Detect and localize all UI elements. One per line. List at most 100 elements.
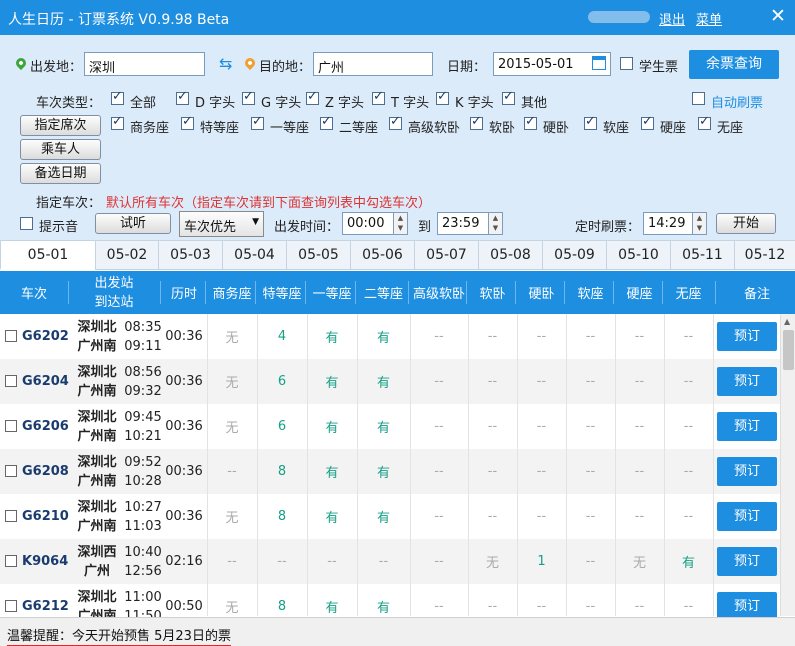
seat-availability: 无	[485, 556, 499, 571]
seat-business-checkbox[interactable]	[111, 114, 124, 130]
student-ticket-checkbox[interactable]	[620, 57, 633, 70]
from-label: 出发地：	[30, 60, 83, 75]
query-button[interactable]: 余票查询	[689, 50, 779, 79]
seat-availability: --	[434, 509, 444, 524]
date-value: 2015-05-01	[498, 57, 574, 72]
seat-hard-sleeper-checkbox[interactable]	[524, 114, 537, 130]
train-number: G6206	[22, 419, 69, 434]
alt-date-button[interactable]: 备选日期	[20, 163, 101, 184]
date-tab[interactable]: 05-11	[670, 241, 734, 270]
order-button[interactable]: 预订	[717, 547, 777, 576]
row-select-checkbox[interactable]	[5, 510, 17, 522]
train-type-k-checkbox[interactable]	[436, 89, 449, 105]
order-button[interactable]: 预订	[717, 457, 777, 486]
seat-second-class-checkbox[interactable]	[320, 114, 333, 130]
seat-availability: --	[536, 419, 547, 434]
scroll-thumb[interactable]	[783, 330, 794, 370]
status-bar: 温馨提醒：今天开始预售 5月23日的票	[0, 617, 795, 646]
listen-button[interactable]: 试听	[95, 213, 171, 234]
row-select-checkbox[interactable]	[5, 465, 17, 477]
seat-availability: --	[378, 554, 389, 569]
seat-soft-seat-checkbox[interactable]	[584, 114, 597, 130]
sound-checkbox[interactable]	[20, 217, 33, 230]
from-station-input[interactable]: 深圳	[84, 52, 205, 76]
seat-availability: --	[487, 509, 498, 524]
duration: 00:36	[165, 374, 203, 389]
menu-link[interactable]: 菜单	[696, 9, 722, 28]
duration: 00:36	[165, 329, 203, 344]
seat-deluxe-sleeper-checkbox[interactable]	[389, 114, 402, 130]
row-select-checkbox[interactable]	[5, 420, 17, 432]
start-button[interactable]: 开始	[716, 213, 776, 234]
stations: 深圳北 广州南	[72, 449, 122, 494]
date-tab[interactable]: 05-07	[414, 241, 478, 270]
seat-availability: --	[487, 464, 498, 479]
date-tab[interactable]: 05-10	[606, 241, 670, 270]
order-button[interactable]: 预订	[717, 412, 777, 441]
to-station: 广州南	[77, 518, 117, 534]
row-select-checkbox[interactable]	[5, 555, 17, 567]
seat-hard-seat-checkbox[interactable]	[641, 114, 654, 130]
order-button[interactable]: 预订	[717, 502, 777, 531]
order-button[interactable]: 预订	[717, 367, 777, 396]
seat-first-class-checkbox[interactable]	[251, 114, 264, 130]
to-station: 广州南	[77, 473, 117, 489]
date-tab[interactable]: 05-09	[542, 241, 606, 270]
logout-link[interactable]: 退出	[659, 9, 685, 28]
date-tab[interactable]: 05-06	[350, 241, 414, 270]
train-type-other-checkbox[interactable]	[502, 89, 515, 105]
date-tab[interactable]: 05-04	[222, 241, 286, 270]
train-type-d-checkbox[interactable]	[176, 89, 189, 105]
auto-refresh-checkbox[interactable]	[692, 92, 705, 105]
timer-spinner[interactable]: ▲ ▼	[692, 213, 706, 234]
date-tab[interactable]: 05-02	[95, 241, 158, 270]
specify-seat-button[interactable]: 指定席次	[20, 115, 101, 136]
timer-input[interactable]: 14:29 ▲ ▼	[643, 212, 707, 235]
seat-availability: --	[434, 329, 444, 344]
date-input[interactable]: 2015-05-01	[493, 52, 611, 76]
train-type-t-checkbox[interactable]	[372, 89, 385, 105]
row-select-checkbox[interactable]	[5, 600, 17, 612]
date-tab[interactable]: 05-01	[0, 241, 95, 270]
train-type-k-label: K 字头	[455, 96, 494, 111]
swap-icon[interactable]: ⇆	[219, 54, 232, 73]
stations: 深圳西 广州	[72, 539, 122, 584]
passenger-button[interactable]: 乘车人	[20, 139, 101, 160]
seat-availability: 有	[681, 556, 695, 571]
seat-availability: 有	[325, 376, 339, 391]
seat-availability: 无	[225, 511, 239, 526]
seat-standing-label: 无座	[717, 121, 744, 136]
close-icon[interactable]: ✕	[770, 5, 786, 27]
date-tab[interactable]: 05-12	[734, 241, 795, 270]
date-tab[interactable]: 05-05	[286, 241, 350, 270]
col-seat: 硬座	[626, 287, 653, 302]
time-from-input[interactable]: 00:00 ▲ ▼	[342, 212, 408, 235]
seat-premium-checkbox[interactable]	[181, 114, 194, 130]
arrive-time: 10:21	[124, 428, 162, 444]
time-to-input[interactable]: 23:59 ▲ ▼	[437, 212, 503, 235]
to-station-input[interactable]: 广州	[313, 52, 433, 76]
to-station: 广州	[83, 563, 110, 579]
seat-availability: --	[434, 464, 444, 479]
seat-availability: 无	[632, 556, 646, 571]
row-select-checkbox[interactable]	[5, 375, 17, 387]
date-tab[interactable]: 05-08	[478, 241, 542, 270]
calendar-icon[interactable]	[592, 56, 606, 70]
duration: 02:16	[165, 554, 203, 569]
vertical-scrollbar[interactable]: ▲	[780, 314, 795, 616]
time-to-spinner[interactable]: ▲ ▼	[488, 213, 502, 234]
time-from-spinner[interactable]: ▲ ▼	[393, 213, 407, 234]
depart-time: 08:56	[124, 364, 162, 380]
train-type-z-checkbox[interactable]	[306, 89, 319, 105]
row-select-checkbox[interactable]	[5, 330, 17, 342]
train-type-all-checkbox[interactable]	[111, 89, 124, 105]
order-button[interactable]: 预订	[717, 322, 777, 351]
col-stations: 出发站 到达站	[70, 271, 158, 314]
seat-soft-sleeper-checkbox[interactable]	[470, 114, 483, 130]
time-to-label: 到	[418, 220, 432, 235]
priority-select[interactable]: 车次优先 ▼	[179, 211, 264, 237]
train-type-g-checkbox[interactable]	[242, 89, 255, 105]
seat-standing-checkbox[interactable]	[698, 114, 711, 130]
date-tab[interactable]: 05-03	[158, 241, 222, 270]
col-duration: 历时	[170, 287, 197, 302]
